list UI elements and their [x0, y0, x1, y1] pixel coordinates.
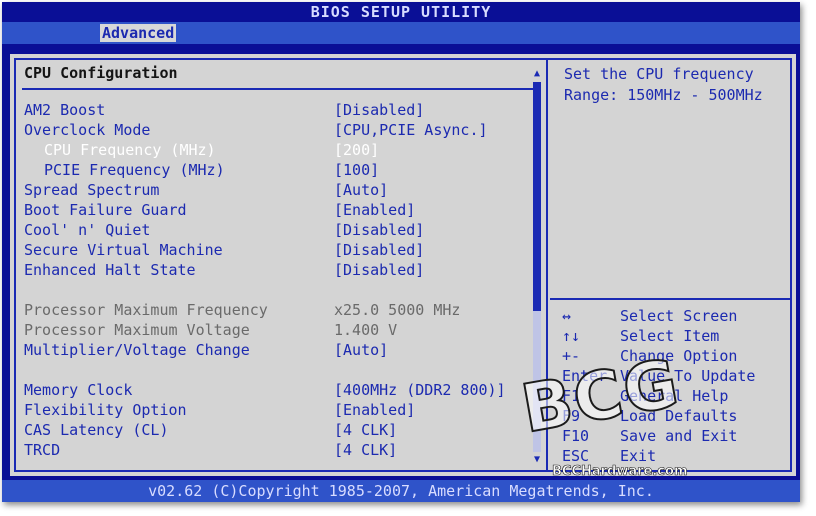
setting-value[interactable]: [100]: [334, 160, 379, 180]
key-legend-item: ↔ Select Screen: [562, 306, 788, 326]
setting-row[interactable]: Overclock Mode [CPU,PCIE Async.]: [10, 120, 530, 140]
setting-value[interactable]: [CPU,PCIE Async.]: [334, 120, 488, 140]
setting-label: TRCD: [24, 441, 61, 459]
key-name: Enter: [562, 367, 608, 385]
key-description: Value To Update: [620, 367, 756, 385]
section-title-rule: [22, 88, 538, 90]
key-legend-item: ESC Exit: [562, 446, 788, 466]
setting-value[interactable]: [4 CLK]: [334, 440, 397, 460]
setting-row[interactable]: Boot Failure Guard [Enabled]: [10, 200, 530, 220]
setting-label: Multiplier/Voltage Change: [24, 341, 250, 359]
setting-value[interactable]: [Disabled]: [334, 100, 424, 120]
key-legend: ↔ Select Screen ↑↓ Select Item +- Change Opti…: [562, 306, 788, 466]
help-divider: [550, 298, 792, 300]
key-description: Exit: [620, 447, 657, 465]
setting-label: Processor Maximum Frequency: [24, 301, 268, 319]
key-name: F9: [562, 407, 581, 425]
key-description: Select Item: [620, 327, 720, 345]
copyright-footer: v02.62 (C)Copyright 1985-2007, American …: [2, 480, 800, 502]
setting-value[interactable]: [Auto]: [334, 340, 388, 360]
key-description: General Help: [620, 387, 729, 405]
setting-row[interactable]: Enhanced Halt State [Disabled]: [10, 260, 530, 280]
setting-row[interactable]: PCIE Frequency (MHz) [100]: [10, 160, 530, 180]
key-legend-item: F9 Load Defaults: [562, 406, 788, 426]
key-legend-item: ↑↓ Select Item: [562, 326, 788, 346]
setting-label: Spread Spectrum: [24, 181, 160, 199]
setting-label: Memory Clock: [24, 381, 133, 399]
key-name: F10: [562, 427, 590, 445]
tab-bar: Advanced: [2, 22, 800, 44]
key-name: ↑↓: [562, 327, 581, 345]
setting-value[interactable]: [200]: [334, 140, 379, 160]
scroll-down-arrow-icon[interactable]: ▼: [530, 454, 544, 466]
section-title: CPU Configuration: [24, 64, 178, 82]
key-legend-item: F10 Save and Exit: [562, 426, 788, 446]
setting-label: PCIE Frequency (MHz): [44, 161, 225, 179]
setting-label: Secure Virtual Machine: [24, 241, 223, 259]
key-description: Load Defaults: [620, 407, 738, 425]
panel-divider: [546, 58, 548, 472]
window-title: BIOS SETUP UTILITY: [2, 2, 800, 22]
setting-value[interactable]: [Disabled]: [334, 240, 424, 260]
setting-value[interactable]: [400MHz (DDR2 800)]: [334, 380, 506, 400]
setting-row[interactable]: Spread Spectrum [Auto]: [10, 180, 530, 200]
key-legend-item: +- Change Option: [562, 346, 788, 366]
setting-row[interactable]: Multiplier/Voltage Change [Auto]: [10, 340, 530, 360]
main-panel: CPU Configuration AM2 Boost [Disabled] Ove…: [10, 54, 796, 479]
setting-label: CAS Latency (CL): [24, 421, 169, 439]
setting-value[interactable]: [Enabled]: [334, 400, 415, 420]
scroll-up-arrow-icon[interactable]: ▲: [530, 68, 544, 80]
setting-row[interactable]: CAS Latency (CL) [4 CLK]: [10, 420, 530, 440]
setting-label: Overclock Mode: [24, 121, 151, 139]
setting-value[interactable]: [Enabled]: [334, 200, 415, 220]
setting-label: Boot Failure Guard: [24, 201, 187, 219]
setting-label: Enhanced Halt State: [24, 261, 196, 279]
key-name: F1: [562, 387, 581, 405]
key-name: ↔: [562, 307, 572, 325]
key-description: Change Option: [620, 347, 738, 365]
setting-label: Processor Maximum Voltage: [24, 321, 250, 339]
key-name: ESC: [562, 447, 590, 465]
bios-window: BIOS SETUP UTILITY Advanced CPU Configur…: [2, 2, 800, 502]
setting-value[interactable]: [Disabled]: [334, 260, 424, 280]
setting-label: Cool' n' Quiet: [24, 221, 151, 239]
scrollbar[interactable]: ▲ ▼: [530, 68, 544, 466]
key-name: +-: [562, 347, 581, 365]
setting-row: Processor Maximum Voltage 1.400 V: [10, 320, 530, 340]
setting-value: x25.0 5000 MHz: [334, 301, 461, 319]
setting-row[interactable]: Secure Virtual Machine [Disabled]: [10, 240, 530, 260]
scroll-track[interactable]: [533, 82, 541, 452]
scroll-thumb[interactable]: [533, 82, 541, 311]
setting-label: CPU Frequency (MHz): [44, 141, 216, 159]
setting-label: AM2 Boost: [24, 101, 106, 119]
setting-value[interactable]: [4 CLK]: [334, 420, 397, 440]
setting-row[interactable]: CPU Frequency (MHz) [200]: [10, 140, 530, 160]
setting-value[interactable]: [Auto]: [334, 180, 388, 200]
setting-row[interactable]: Flexibility Option [Enabled]: [10, 400, 530, 420]
tab-advanced[interactable]: Advanced: [100, 24, 177, 42]
key-legend-item: F1 General Help: [562, 386, 788, 406]
setting-row[interactable]: TRCD [4 CLK]: [10, 440, 530, 460]
setting-value: 1.400 V: [334, 321, 398, 339]
setting-row[interactable]: Cool' n' Quiet [Disabled]: [10, 220, 530, 240]
setting-value[interactable]: [Disabled]: [334, 220, 424, 240]
setting-row[interactable]: Memory Clock [400MHz (DDR2 800)]: [10, 380, 530, 400]
setting-label: Flexibility Option: [24, 401, 187, 419]
key-description: Save and Exit: [620, 427, 738, 445]
help-text: Set the CPU frequency Range: 150MHz - 50…: [564, 65, 763, 104]
key-description: Select Screen: [620, 307, 738, 325]
setting-row: Processor Maximum Frequency x25.0 5000 MH…: [10, 300, 530, 320]
key-legend-item: Enter Value To Update: [562, 366, 788, 386]
setting-row[interactable]: AM2 Boost [Disabled]: [10, 100, 530, 120]
